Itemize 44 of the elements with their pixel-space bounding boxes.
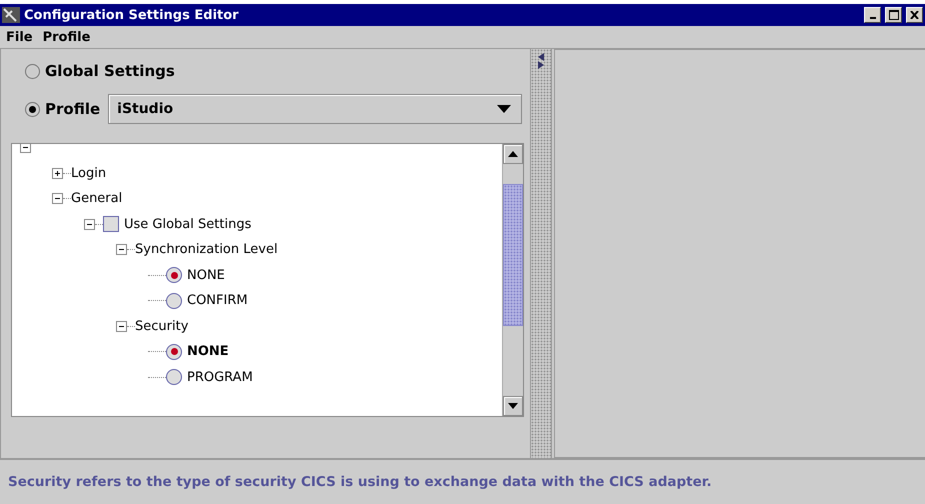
status-text: Security refers to the type of security CICS is using to exchange data with the CICS adapter. [8, 474, 712, 490]
tree-item[interactable]: Security [135, 318, 188, 334]
dropdown-arrow-icon [497, 105, 511, 113]
radio-button[interactable] [25, 102, 40, 116]
collapse-icon[interactable] [52, 193, 63, 204]
menu-item[interactable]: Profile [42, 30, 90, 44]
collapse-icon[interactable] [20, 144, 31, 154]
tree-item[interactable]: CONFIRM [187, 293, 248, 308]
radio-button[interactable] [166, 369, 182, 386]
profile-dropdown[interactable]: iStudio [108, 94, 522, 124]
expand-icon[interactable] [52, 168, 63, 179]
scroll-thumb[interactable] [503, 184, 523, 326]
tree-item[interactable]: NONE [187, 268, 225, 283]
tree-item[interactable]: General [71, 191, 122, 206]
tree-item[interactable]: Login [71, 166, 106, 181]
collapse-left-icon[interactable] [538, 53, 544, 61]
scroll-down-button[interactable] [503, 396, 523, 416]
maximize-button[interactable] [885, 7, 902, 23]
maximize-icon [888, 10, 898, 20]
up-arrow-icon [508, 151, 518, 157]
radio-button[interactable] [25, 64, 40, 78]
close-icon [910, 11, 919, 19]
scroll-up-button[interactable] [503, 144, 523, 164]
scrollbar[interactable] [502, 144, 523, 416]
app-icon [2, 7, 20, 23]
collapse-icon[interactable] [84, 218, 95, 230]
radio-option[interactable]: Profile [25, 100, 100, 118]
radio-button[interactable] [166, 267, 182, 284]
window-title: Configuration Settings Editor [24, 8, 240, 22]
minimize-button[interactable] [864, 7, 881, 23]
tree-item[interactable]: Use Global Settings [124, 216, 252, 232]
tree-item[interactable]: Synchronization Level [135, 242, 278, 258]
radio-option[interactable]: Global Settings [25, 62, 175, 80]
checkbox[interactable] [103, 216, 119, 232]
collapse-icon[interactable] [116, 244, 127, 256]
collapse-icon[interactable] [116, 320, 127, 332]
down-arrow-icon [508, 403, 518, 409]
tree-item[interactable]: PROGRAM [187, 370, 253, 385]
radio-button[interactable] [166, 292, 182, 309]
close-button[interactable] [906, 7, 923, 23]
expand-right-icon[interactable] [538, 61, 544, 69]
radio-button[interactable] [166, 344, 182, 360]
menu-item[interactable]: File [6, 30, 33, 44]
tree-item[interactable]: NONE [187, 344, 229, 360]
